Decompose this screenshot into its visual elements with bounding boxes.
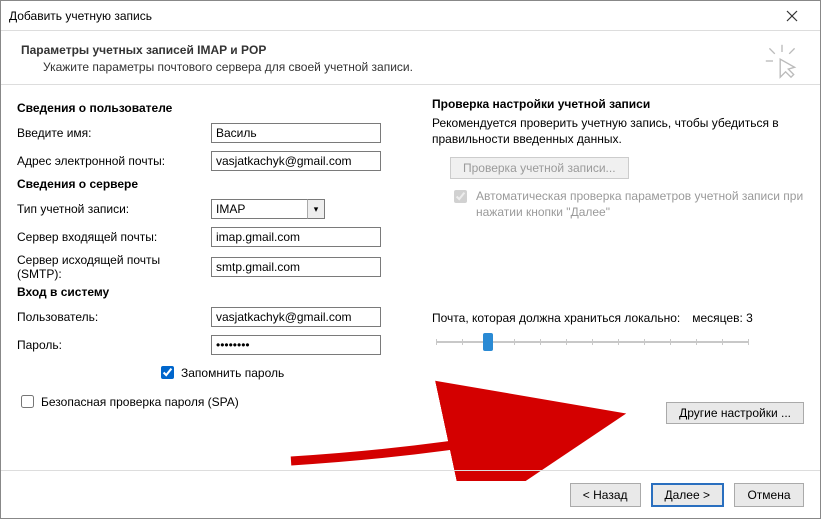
spa-label: Безопасная проверка пароля (SPA) — [41, 395, 239, 409]
more-settings-button[interactable]: Другие настройки ... — [666, 402, 804, 424]
add-account-dialog: Добавить учетную запись Параметры учетны… — [0, 0, 821, 519]
close-button[interactable] — [772, 2, 812, 30]
spa-row: Безопасная проверка пароля (SPA) — [17, 392, 412, 411]
remember-checkbox[interactable] — [161, 366, 174, 379]
wizard-cursor-icon — [764, 43, 800, 79]
window-title: Добавить учетную запись — [9, 9, 772, 23]
account-type-label: Тип учетной записи: — [17, 202, 211, 216]
password-label: Пароль: — [17, 338, 211, 352]
email-input[interactable] — [211, 151, 381, 171]
titlebar: Добавить учетную запись — [1, 1, 820, 31]
user-section-title: Сведения о пользователе — [17, 101, 412, 115]
body: Сведения о пользователе Введите имя: Адр… — [1, 85, 820, 411]
retention-label: Почта, которая должна храниться локально… — [432, 311, 680, 325]
test-desc: Рекомендуется проверить учетную запись, … — [432, 115, 804, 147]
retention-section: Почта, которая должна храниться локально… — [432, 311, 804, 353]
remember-row: Запомнить пароль — [157, 363, 412, 382]
right-column: Проверка настройки учетной записи Рекоме… — [432, 97, 804, 411]
cancel-button[interactable]: Отмена — [734, 483, 804, 507]
user-label: Пользователь: — [17, 310, 211, 324]
auto-test-label: Автоматическая проверка параметров учетн… — [476, 189, 804, 220]
retention-slider[interactable] — [432, 331, 752, 353]
email-label: Адрес электронной почты: — [17, 154, 211, 168]
header-heading: Параметры учетных записей IMAP и POP — [21, 43, 800, 57]
name-input[interactable] — [211, 123, 381, 143]
header-subheading: Укажите параметры почтового сервера для … — [21, 60, 800, 74]
slider-thumb[interactable] — [483, 333, 493, 351]
retention-value: месяцев: 3 — [692, 311, 753, 325]
auto-test-row: Автоматическая проверка параметров учетн… — [432, 189, 804, 220]
test-account-button: Проверка учетной записи... — [450, 157, 629, 179]
remember-label: Запомнить пароль — [181, 366, 284, 380]
password-input[interactable] — [211, 335, 381, 355]
incoming-input[interactable] — [211, 227, 381, 247]
name-label: Введите имя: — [17, 126, 211, 140]
test-title: Проверка настройки учетной записи — [432, 97, 804, 111]
footer: < Назад Далее > Отмена — [1, 470, 820, 518]
close-icon — [786, 10, 798, 22]
server-section-title: Сведения о сервере — [17, 177, 412, 191]
outgoing-input[interactable] — [211, 257, 381, 277]
auto-test-checkbox — [454, 190, 467, 203]
user-input[interactable] — [211, 307, 381, 327]
account-type-select[interactable]: ▾ — [211, 199, 325, 219]
next-button[interactable]: Далее > — [651, 483, 725, 507]
header: Параметры учетных записей IMAP и POP Ука… — [1, 31, 820, 84]
spa-checkbox[interactable] — [21, 395, 34, 408]
incoming-label: Сервер входящей почты: — [17, 230, 211, 244]
chevron-down-icon: ▾ — [307, 199, 325, 219]
back-button[interactable]: < Назад — [570, 483, 641, 507]
outgoing-label: Сервер исходящей почты (SMTP): — [17, 253, 211, 281]
left-column: Сведения о пользователе Введите имя: Адр… — [17, 97, 412, 411]
login-section-title: Вход в систему — [17, 285, 412, 299]
